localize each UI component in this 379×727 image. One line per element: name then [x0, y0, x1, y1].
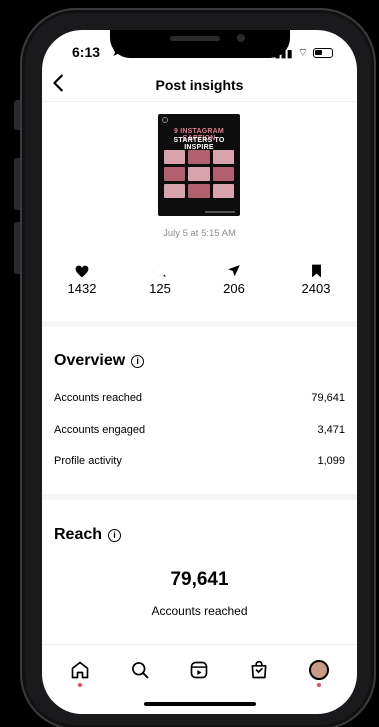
overview-row-accounts-reached[interactable]: Accounts reached 79,641: [54, 389, 345, 407]
reach-label: Accounts reached: [151, 604, 248, 618]
stat-value: 1432: [67, 281, 97, 296]
post-date: July 5 at 5:15 AM: [163, 228, 236, 239]
thumbnail-card: [188, 150, 210, 164]
thumbnail-card: [164, 167, 186, 181]
row-value: 1,099: [317, 455, 345, 467]
overview-title: Overview: [54, 352, 126, 369]
stat-value: 125: [149, 281, 171, 296]
overview-row-accounts-engaged[interactable]: Accounts engaged 3,471: [54, 421, 345, 439]
section-divider: [42, 494, 357, 500]
profile-tab[interactable]: [305, 656, 333, 687]
battery-icon: [313, 48, 333, 58]
comment-icon: [130, 263, 190, 279]
page-title: Post insights: [155, 77, 244, 93]
phone-volume-down: [14, 222, 20, 274]
reels-tab[interactable]: [185, 656, 213, 684]
phone-side-button: [14, 100, 20, 130]
thumbnail-grid: [164, 150, 234, 198]
thumbnail-logo-icon: [162, 117, 168, 123]
stat-saves[interactable]: 2403: [286, 263, 346, 296]
avatar: [309, 659, 330, 680]
home-tab[interactable]: [66, 656, 94, 687]
thumbnail-card: [188, 184, 210, 198]
engagement-stats: 1432 125 206 2403: [42, 263, 357, 305]
row-value: 3,471: [317, 424, 345, 436]
reach-title: Reach: [54, 526, 103, 543]
info-icon[interactable]: i: [108, 528, 122, 542]
search-tab[interactable]: [126, 656, 154, 684]
thumbnail-footer: [205, 211, 235, 213]
overview-row-profile-activity[interactable]: Profile activity 1,099: [54, 452, 345, 470]
phone-volume-up: [14, 158, 20, 210]
post-thumbnail[interactable]: 9 INSTAGRAM CAPTION STARTERS TO INSPIRE: [158, 114, 240, 216]
stat-comments[interactable]: 125: [130, 263, 190, 296]
reels-icon: [191, 661, 208, 678]
stat-value: 206: [223, 281, 245, 296]
thumbnail-card: [212, 150, 234, 164]
app-screen: 6:13 ➤ ▮▮▮ ⌔ Post insights 9 INSTAGRAM C…: [42, 30, 357, 714]
notification-dot: [317, 682, 322, 687]
shop-tab[interactable]: [245, 656, 273, 684]
notification-dot: [77, 682, 82, 687]
heart-icon: [52, 263, 112, 279]
bookmark-icon: [286, 263, 346, 279]
wifi-icon: ⌔: [297, 47, 308, 59]
thumbnail-card: [164, 184, 186, 198]
bottom-tab-bar: [42, 644, 357, 694]
row-label: Accounts engaged: [54, 424, 146, 436]
reach-heading: Reach i: [54, 526, 122, 544]
page-header: Post insights: [42, 68, 357, 102]
row-label: Profile activity: [54, 455, 122, 467]
section-divider: [42, 321, 357, 327]
row-label: Accounts reached: [54, 392, 143, 404]
thumbnail-card: [164, 150, 186, 164]
thumbnail-card: [188, 167, 210, 181]
status-time: 6:13: [72, 44, 101, 60]
home-indicator[interactable]: [144, 702, 256, 706]
front-camera: [237, 34, 245, 42]
share-icon: [204, 263, 264, 279]
speaker-grille: [170, 36, 220, 41]
search-icon: [131, 661, 149, 678]
stat-shares[interactable]: 206: [204, 263, 264, 296]
info-icon[interactable]: i: [131, 354, 145, 368]
phone-notch: [110, 30, 290, 58]
thumbnail-title-line2: STARTERS TO INSPIRE: [173, 137, 225, 151]
thumbnail-card: [212, 184, 234, 198]
stat-likes[interactable]: 1432: [52, 263, 112, 296]
stat-value: 2403: [301, 281, 331, 296]
thumbnail-card: [212, 167, 234, 181]
home-icon: [71, 661, 89, 678]
row-value: 79,641: [311, 392, 345, 404]
reach-value: 79,641: [170, 569, 229, 590]
overview-heading: Overview i: [54, 352, 145, 370]
shop-icon: [251, 660, 267, 678]
